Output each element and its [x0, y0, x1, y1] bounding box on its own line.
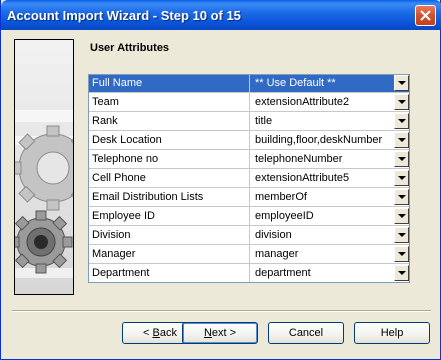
wizard-window: Account Import Wizard - Step 10 of 15 Us… [0, 0, 441, 360]
attribute-value-select[interactable]: manager [251, 245, 393, 263]
close-icon [420, 10, 431, 21]
attribute-name: Cell Phone [88, 169, 250, 187]
attribute-name: Full Name [88, 74, 250, 92]
dropdown-button[interactable] [394, 113, 409, 129]
attribute-value-select[interactable]: employeeID [251, 207, 393, 225]
attribute-name: Desk Location [88, 131, 250, 149]
attribute-value-select[interactable]: title [251, 112, 393, 130]
chevron-down-icon [398, 119, 406, 123]
attribute-value-select[interactable]: department [251, 264, 393, 282]
dropdown-button[interactable] [394, 265, 409, 281]
window-title: Account Import Wizard - Step 10 of 15 [7, 8, 241, 23]
cancel-button[interactable]: Cancel [268, 322, 344, 344]
chevron-down-icon [398, 233, 406, 237]
attribute-value-select[interactable]: memberOf [251, 188, 393, 206]
wizard-body: User Attributes Full Name ** Use Default … [4, 30, 439, 357]
dropdown-button[interactable] [394, 189, 409, 205]
close-button[interactable] [415, 5, 436, 26]
dropdown-button[interactable] [394, 246, 409, 262]
attribute-row[interactable]: Manager manager [88, 245, 410, 264]
dropdown-button[interactable] [394, 170, 409, 186]
attribute-row[interactable]: Employee ID employeeID [88, 207, 410, 226]
dropdown-button[interactable] [394, 151, 409, 167]
chevron-down-icon [398, 176, 406, 180]
attribute-row[interactable]: Full Name ** Use Default ** [88, 74, 410, 93]
attribute-name: Department [88, 264, 250, 282]
attribute-name: Rank [88, 112, 250, 130]
chevron-down-icon [398, 81, 406, 85]
separator [12, 310, 431, 312]
attribute-name: Telephone no [88, 150, 250, 168]
attribute-name: Team [88, 93, 250, 111]
attribute-row[interactable]: Department department [88, 264, 410, 283]
attribute-row[interactable]: Telephone no telephoneNumber [88, 150, 410, 169]
attribute-row[interactable]: Team extensionAttribute2 [88, 93, 410, 112]
chevron-down-icon [398, 157, 406, 161]
attribute-value-select[interactable]: building,floor,deskNumber [251, 131, 393, 149]
attribute-row[interactable]: Desk Location building,floor,deskNumber [88, 131, 410, 150]
attribute-row[interactable]: Email Distribution Lists memberOf [88, 188, 410, 207]
chevron-down-icon [398, 214, 406, 218]
attribute-value-select[interactable]: extensionAttribute5 [251, 169, 393, 187]
attribute-value-select[interactable]: telephoneNumber [251, 150, 393, 168]
attribute-name: Employee ID [88, 207, 250, 225]
section-title: User Attributes [90, 42, 170, 54]
attribute-row[interactable]: Division division [88, 226, 410, 245]
attribute-name: Division [88, 226, 250, 244]
attribute-value-select[interactable]: ** Use Default ** [251, 74, 393, 92]
dropdown-button[interactable] [394, 208, 409, 224]
dropdown-button[interactable] [394, 227, 409, 243]
chevron-down-icon [398, 138, 406, 142]
dropdown-button[interactable] [394, 94, 409, 110]
dropdown-button[interactable] [394, 132, 409, 148]
attribute-row[interactable]: Cell Phone extensionAttribute5 [88, 169, 410, 188]
gears-graphic [14, 39, 74, 295]
dropdown-button[interactable] [394, 75, 409, 91]
chevron-down-icon [398, 252, 406, 256]
attribute-value-select[interactable]: extensionAttribute2 [251, 93, 393, 111]
attribute-name: Email Distribution Lists [88, 188, 250, 206]
attribute-value-select[interactable]: division [251, 226, 393, 244]
attribute-row[interactable]: Rank title [88, 112, 410, 131]
attribute-name: Manager [88, 245, 250, 263]
chevron-down-icon [398, 271, 406, 275]
help-button[interactable]: Help [354, 322, 430, 344]
chevron-down-icon [398, 100, 406, 104]
next-button[interactable]: Next > [182, 322, 258, 344]
title-bar[interactable]: Account Import Wizard - Step 10 of 15 [1, 0, 441, 30]
chevron-down-icon [398, 195, 406, 199]
